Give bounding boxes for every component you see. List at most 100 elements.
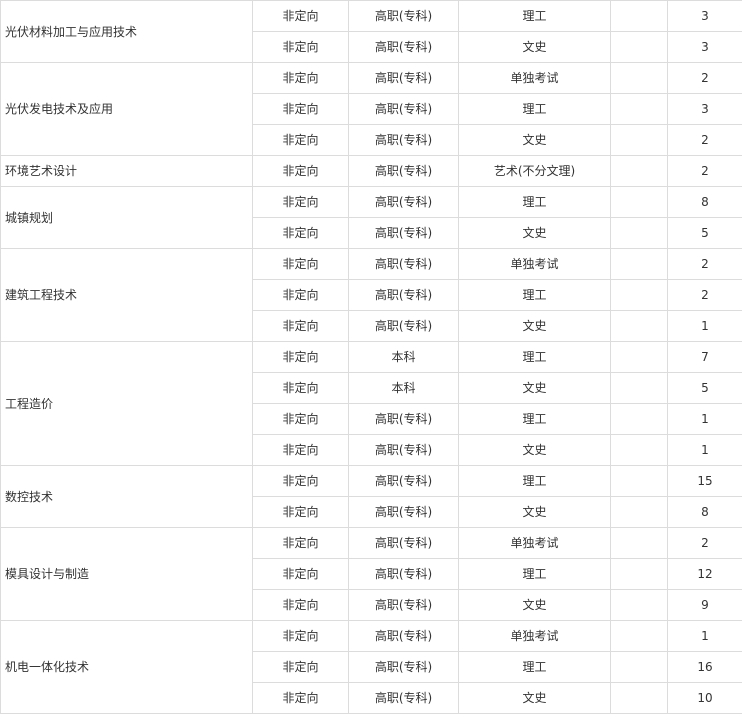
subject-category-cell: 单独考试 — [458, 248, 611, 280]
table-row: 数控技术 非定向 高职(专科) 理工 15 — [0, 465, 742, 528]
education-level-cell: 高职(专科) — [348, 217, 459, 249]
plan-type-cell: 非定向 — [252, 341, 349, 373]
plan-type-cell: 非定向 — [252, 651, 349, 683]
plan-type-cell: 非定向 — [252, 310, 349, 342]
plan-type-cell: 非定向 — [252, 465, 349, 497]
subject-category-cell: 文史 — [458, 372, 611, 404]
education-level-cell: 高职(专科) — [348, 651, 459, 683]
empty-cell — [610, 279, 668, 311]
education-level-cell: 高职(专科) — [348, 403, 459, 435]
empty-cell — [610, 682, 668, 714]
subject-category-cell: 文史 — [458, 496, 611, 528]
table-row: 城镇规划 非定向 高职(专科) 理工 8 — [0, 186, 742, 249]
plan-type-cell: 非定向 — [252, 124, 349, 156]
empty-cell — [610, 589, 668, 621]
education-level-cell: 高职(专科) — [348, 186, 459, 218]
enrollment-count-cell: 2 — [667, 124, 742, 156]
education-level-cell: 高职(专科) — [348, 62, 459, 94]
subject-category-cell: 理工 — [458, 558, 611, 590]
major-name-cell: 光伏材料加工与应用技术 — [0, 0, 253, 63]
empty-cell — [610, 372, 668, 404]
empty-cell — [610, 434, 668, 466]
major-name-cell: 建筑工程技术 — [0, 248, 253, 342]
subject-category-cell: 理工 — [458, 93, 611, 125]
empty-cell — [610, 62, 668, 94]
major-name-cell: 光伏发电技术及应用 — [0, 62, 253, 156]
education-level-cell: 高职(专科) — [348, 682, 459, 714]
table-row: 工程造价 非定向 本科 理工 7 — [0, 341, 742, 466]
enrollment-count-cell: 2 — [667, 62, 742, 94]
education-level-cell: 本科 — [348, 372, 459, 404]
plan-type-cell: 非定向 — [252, 372, 349, 404]
empty-cell — [610, 403, 668, 435]
table-row: 机电一体化技术 非定向 高职(专科) 单独考试 1 — [0, 620, 742, 714]
subject-category-cell: 理工 — [458, 651, 611, 683]
empty-cell — [610, 155, 668, 187]
empty-cell — [610, 93, 668, 125]
enrollment-count-cell: 12 — [667, 558, 742, 590]
education-level-cell: 高职(专科) — [348, 496, 459, 528]
education-level-cell: 高职(专科) — [348, 279, 459, 311]
subject-category-cell: 理工 — [458, 279, 611, 311]
education-level-cell: 高职(专科) — [348, 93, 459, 125]
major-name-cell: 城镇规划 — [0, 186, 253, 249]
major-name-cell: 模具设计与制造 — [0, 527, 253, 621]
empty-cell — [610, 124, 668, 156]
subject-category-cell: 理工 — [458, 0, 611, 32]
plan-type-cell: 非定向 — [252, 279, 349, 311]
education-level-cell: 高职(专科) — [348, 558, 459, 590]
plan-type-cell: 非定向 — [252, 434, 349, 466]
subject-category-cell: 理工 — [458, 465, 611, 497]
subject-category-cell: 艺术(不分文理) — [458, 155, 611, 187]
enrollment-count-cell: 8 — [667, 186, 742, 218]
empty-cell — [610, 0, 668, 32]
table-row: 环境艺术设计 非定向 高职(专科) 艺术(不分文理) 2 — [0, 155, 742, 187]
enrollment-count-cell: 2 — [667, 155, 742, 187]
enrollment-count-cell: 3 — [667, 31, 742, 63]
education-level-cell: 高职(专科) — [348, 434, 459, 466]
table-row: 光伏材料加工与应用技术 非定向 高职(专科) 理工 3 — [0, 0, 742, 63]
education-level-cell: 高职(专科) — [348, 31, 459, 63]
enrollment-count-cell: 15 — [667, 465, 742, 497]
enrollment-count-cell: 1 — [667, 310, 742, 342]
subject-category-cell: 文史 — [458, 217, 611, 249]
enrollment-count-cell: 16 — [667, 651, 742, 683]
plan-type-cell: 非定向 — [252, 62, 349, 94]
empty-cell — [610, 496, 668, 528]
education-level-cell: 高职(专科) — [348, 465, 459, 497]
empty-cell — [610, 341, 668, 373]
subject-category-cell: 理工 — [458, 403, 611, 435]
major-name-cell: 数控技术 — [0, 465, 253, 528]
education-level-cell: 高职(专科) — [348, 0, 459, 32]
plan-type-cell: 非定向 — [252, 589, 349, 621]
plan-type-cell: 非定向 — [252, 682, 349, 714]
subject-category-cell: 单独考试 — [458, 62, 611, 94]
empty-cell — [610, 620, 668, 652]
education-level-cell: 高职(专科) — [348, 155, 459, 187]
education-level-cell: 高职(专科) — [348, 310, 459, 342]
empty-cell — [610, 310, 668, 342]
table-row: 模具设计与制造 非定向 高职(专科) 单独考试 2 — [0, 527, 742, 621]
education-level-cell: 高职(专科) — [348, 124, 459, 156]
enrollment-count-cell: 7 — [667, 341, 742, 373]
subject-category-cell: 文史 — [458, 124, 611, 156]
empty-cell — [610, 217, 668, 249]
plan-type-cell: 非定向 — [252, 527, 349, 559]
plan-type-cell: 非定向 — [252, 248, 349, 280]
enrollment-count-cell: 1 — [667, 620, 742, 652]
enrollment-count-cell: 3 — [667, 0, 742, 32]
plan-type-cell: 非定向 — [252, 0, 349, 32]
enrollment-count-cell: 2 — [667, 248, 742, 280]
empty-cell — [610, 527, 668, 559]
table-row: 建筑工程技术 非定向 高职(专科) 单独考试 2 — [0, 248, 742, 342]
subject-category-cell: 理工 — [458, 341, 611, 373]
enrollment-count-cell: 8 — [667, 496, 742, 528]
education-level-cell: 高职(专科) — [348, 620, 459, 652]
empty-cell — [610, 465, 668, 497]
plan-type-cell: 非定向 — [252, 620, 349, 652]
enrollment-count-cell: 5 — [667, 217, 742, 249]
plan-type-cell: 非定向 — [252, 155, 349, 187]
plan-type-cell: 非定向 — [252, 186, 349, 218]
empty-cell — [610, 558, 668, 590]
education-level-cell: 高职(专科) — [348, 589, 459, 621]
